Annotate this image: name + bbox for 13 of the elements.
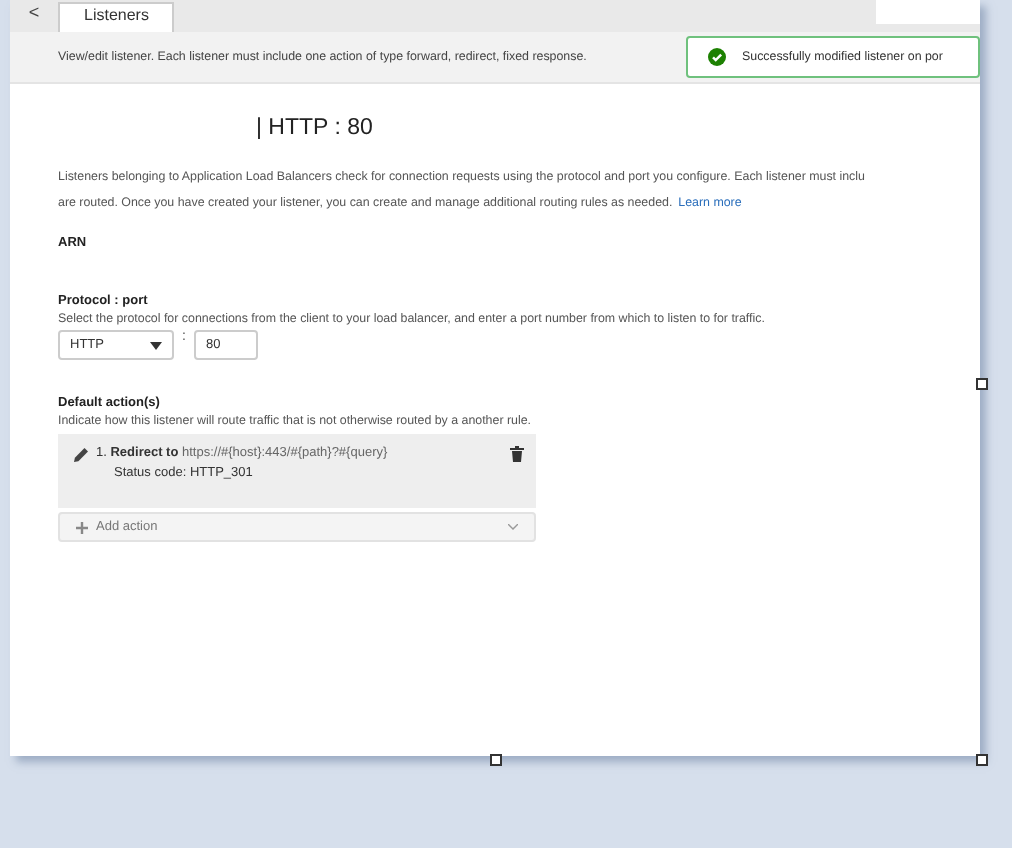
chevron-down-icon [508, 524, 518, 530]
search-field[interactable] [876, 0, 980, 24]
listener-heading: | HTTP : 80 [256, 116, 375, 144]
tab[interactable]: Listeners [58, 2, 175, 32]
plus-icon [76, 521, 88, 533]
back-button[interactable]: < [10, 2, 58, 24]
check-circle-icon [708, 48, 726, 66]
trash-icon[interactable] [510, 446, 524, 462]
pencil-icon[interactable] [74, 448, 88, 462]
caret-icon [150, 341, 162, 349]
resize-handle[interactable] [976, 378, 988, 390]
resize-handle[interactable] [976, 754, 988, 766]
resize-handle[interactable] [490, 754, 502, 766]
